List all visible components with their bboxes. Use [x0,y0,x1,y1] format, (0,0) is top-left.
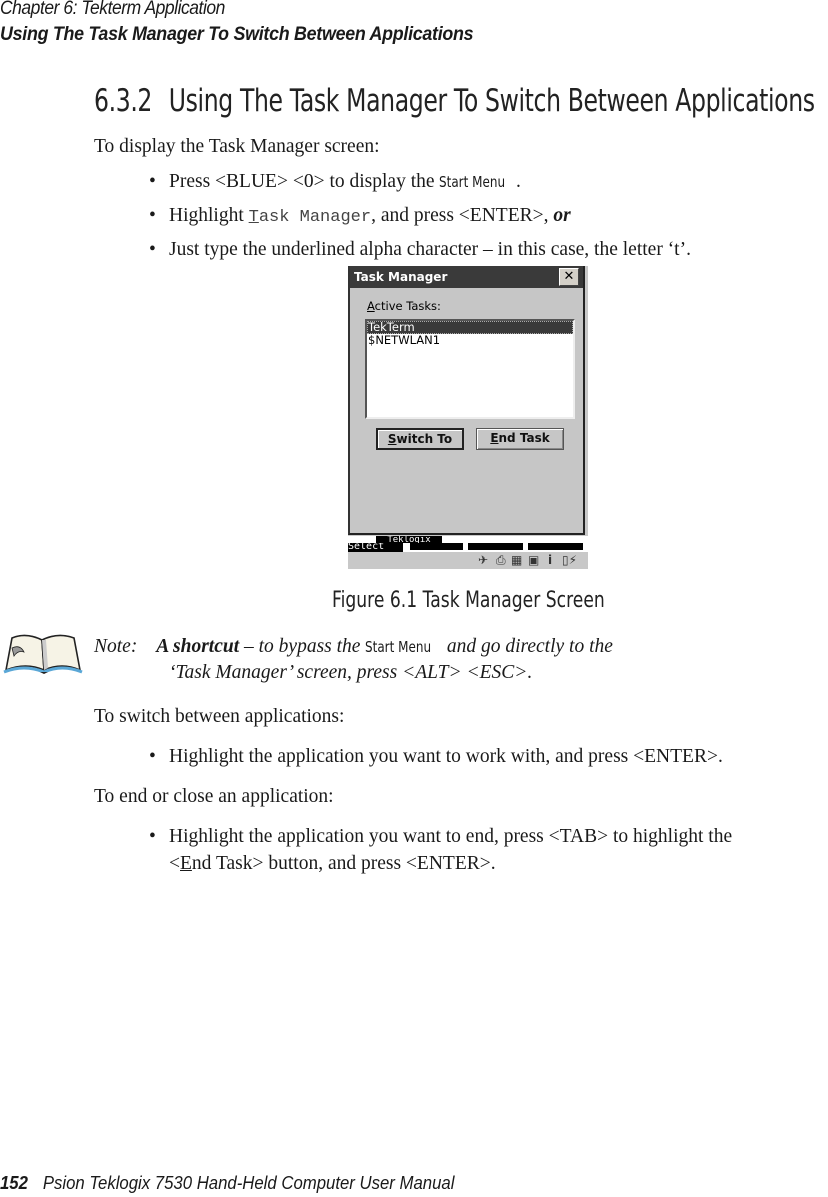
bullet-text: Press <BLUE> <0> to display the [169,171,440,192]
section-title: Using The Task Manager To Switch Between… [168,83,815,119]
page-number: 152 [0,1173,28,1193]
end-bullet-line-2: <End Task> button, and press <ENTER>. [169,853,496,875]
switch-to-button[interactable]: Switch To [376,428,464,450]
bullet-text-end: . [516,171,521,192]
ui-term-start-menu: Start Menu [365,638,432,656]
note-line-2: ‘Task Manager’ screen, press <ALT> <ESC>… [169,662,533,683]
emphasis-or: or [553,205,571,226]
softkey-select[interactable]: Select [348,543,403,552]
button-label: nd Task [498,431,550,445]
text: < [169,853,180,874]
note-text: and go directly to the [441,636,613,657]
network-icon: ✈ [478,553,489,567]
close-icon: ✕ [563,269,575,284]
window-title-bar: Task Manager [350,266,583,288]
bullet-text-mid: , and press <ENTER>, [371,205,554,226]
open-book-icon [3,634,83,674]
signal-icon: ▦ [511,553,523,567]
note-label: Note: [94,636,138,657]
mnemonic-letter: E [180,853,192,874]
mono-text: ask Manager [258,208,372,227]
button-label: witch To [396,432,453,446]
battery-icon: ▯⚡ [562,553,578,567]
mnemonic-letter: A [367,299,375,313]
task-manager-screenshot: Task Manager ✕ Active Tasks: TekTerm $NE… [348,266,588,569]
bullet-glyph: • [149,746,156,767]
section-heading: 6.3.2 Using The Task Manager To Switch Be… [94,83,815,119]
bullet-text: Just type the underlined alpha character… [169,239,691,260]
end-lead: To end or close an application: [94,786,334,807]
bullet-glyph: • [149,826,156,847]
close-button[interactable]: ✕ [559,268,579,286]
softkey-3[interactable] [468,543,523,550]
page-footer: 152 Psion Teklogix 7530 Hand-Held Compute… [0,1173,454,1194]
mnemonic-letter: E [490,431,499,445]
softkey-brand: Teklogix [376,536,442,543]
text: nd Task> button, and press <ENTER>. [191,853,496,874]
status-bar: ✈ ⎙ ▦ ▣ i ▯⚡ [348,552,588,569]
note-shortcut: A shortcut [156,636,240,657]
switch-lead: To switch between applications: [94,706,345,727]
section-number: 6.3.2 [94,83,153,119]
bullet-text: Highlight the application you want to wo… [169,746,723,767]
manual-title: Psion Teklogix 7530 Hand-Held Computer U… [42,1173,455,1193]
bullet-glyph: • [149,239,156,260]
task-manager-window: Task Manager ✕ Active Tasks: TekTerm $NE… [348,266,585,535]
ui-term-start-menu: Start Menu [439,173,506,191]
intro-lead: To display the Task Manager screen: [94,136,380,157]
softkey-2[interactable] [410,543,463,550]
mnemonic-letter: S [387,432,397,446]
label-text: ctive Tasks: [374,299,441,313]
active-tasks-label: Active Tasks: [367,299,441,313]
note-line-1: Note: A shortcut – to bypass the Start M… [94,636,613,658]
window-title: Task Manager [354,270,448,284]
running-header-chapter: Chapter 6: Tekterm Application [0,0,225,19]
mnemonic-letter: T [248,208,259,227]
bullet-text: Highlight the application you want to en… [169,826,733,847]
printer-icon: ⎙ [496,553,506,567]
bullet-glyph: • [149,171,156,192]
bullet-glyph: • [149,205,156,226]
ui-term-task-manager: Task Manager [249,208,371,227]
softkey-4[interactable] [528,543,583,550]
connection-icon: ▣ [528,553,540,567]
running-header-section: Using The Task Manager To Switch Between… [0,24,474,45]
task-item-netwlan1[interactable]: $NETWLAN1 [367,334,573,347]
softkey-bar: Teklogix Select [348,536,588,552]
figure-caption: Figure 6.1 Task Manager Screen [332,588,605,613]
bullet-text: Highlight [169,205,249,226]
active-tasks-list[interactable]: TekTerm $NETWLAN1 [365,319,575,419]
end-task-button[interactable]: End Task [476,428,564,450]
info-icon: i [548,553,553,567]
note-text: – to bypass the [239,636,366,657]
